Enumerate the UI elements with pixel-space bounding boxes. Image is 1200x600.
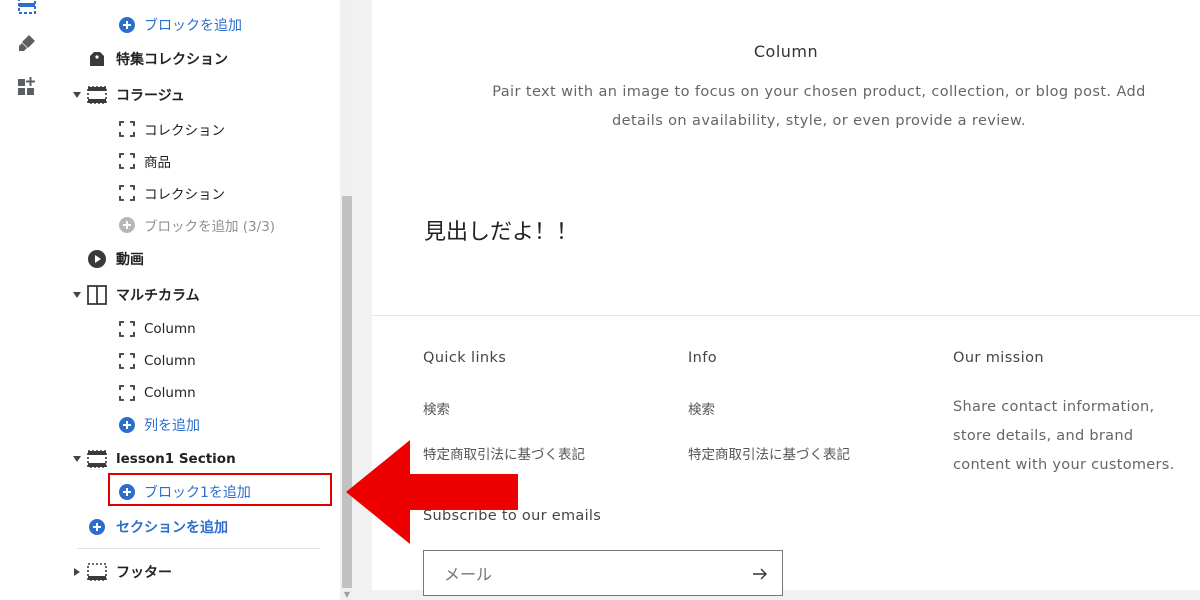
block-frame-icon [116,118,138,140]
add-section-label: セクションを追加 [116,520,228,536]
add-block-label: ブロックを追加 [144,18,242,34]
brush-icon[interactable] [14,30,40,56]
sidebar-item-collage[interactable]: コラージュ [56,80,340,110]
sidebar-item-label: 動画 [116,252,144,268]
add-section-button[interactable]: セクションを追加 [56,512,340,542]
footer-column-title: Our mission [953,350,1044,366]
block-label: Column [144,385,196,401]
email-input[interactable] [442,561,726,587]
sidebar-item-label: フッター [116,565,172,581]
arrow-right-icon[interactable] [748,562,772,586]
add-block-button[interactable]: ブロックを追加 [56,10,340,40]
footer-link[interactable]: 検索 [688,398,715,418]
block-frame-icon [116,350,138,372]
red-arrow-annotation [346,440,518,544]
plus-circle-icon [86,516,108,538]
add-block-label: ブロックを追加 (3/3) [144,219,276,235]
footer-mission: Our mission [953,350,1044,366]
custom-heading: 見出しだよ！！ [424,220,579,245]
block-frame-icon [116,182,138,204]
highlight-box [108,473,332,506]
footer-column-title: Quick links [423,350,507,366]
section-icon [86,84,108,106]
scroll-down-arrow-icon[interactable]: ▼ [342,590,352,600]
footer-divider [372,315,1200,316]
newsletter-form [423,550,783,596]
add-column-label: 列を追加 [144,418,200,434]
block-item[interactable]: コレクション [56,178,340,208]
sidebar-item-label: lesson1 Section [116,451,236,467]
section-sidebar: ブロックを追加 特集コレクション コラージュ コレクション 商品 コレクション [56,0,340,600]
sidebar-item-multicolumn[interactable]: マルチカラム [56,280,340,310]
caret-down-icon[interactable] [72,290,82,300]
footer-info: Info [688,350,717,366]
plus-circle-icon [116,14,138,36]
mission-text: Share contact information, store details… [953,399,1175,473]
block-label: Column [144,353,196,369]
block-label: コレクション [144,187,225,203]
sidebar-item-lesson1-section[interactable]: lesson1 Section [56,444,340,474]
section-icon [86,448,108,470]
block-item[interactable]: Column [56,314,340,344]
footer-column-title: Info [688,350,718,366]
add-block-button-disabled: ブロックを追加 (3/3) [56,210,340,240]
sidebar-divider [77,548,320,549]
sidebar-item-video[interactable]: 動画 [56,244,340,274]
footer-link[interactable]: 特定商取引法に基づく表記 [688,443,850,463]
tag-icon [86,48,108,70]
sidebar-item-footer[interactable]: フッター [56,557,340,587]
block-item[interactable]: コレクション [56,114,340,144]
footer-link[interactable]: 検索 [423,398,450,418]
plus-circle-icon [116,414,138,436]
add-column-button[interactable]: 列を追加 [56,410,340,440]
block-item[interactable]: 商品 [56,146,340,176]
block-frame-icon [116,150,138,172]
block-item[interactable]: Column [56,378,340,408]
columns-icon [86,284,108,306]
caret-down-icon[interactable] [72,90,82,100]
sidebar-item-label: マルチカラム [116,288,200,304]
sidebar-item-label: 特集コレクション [116,52,228,68]
block-item[interactable]: Column [56,346,340,376]
block-label: 商品 [144,155,171,171]
sections-icon[interactable] [14,0,40,18]
block-frame-icon [116,318,138,340]
apps-add-icon[interactable] [14,73,40,99]
play-icon [86,248,108,270]
column-text: Pair text with an image to focus on your… [492,84,1146,129]
footer-quick-links: Quick links [423,350,506,366]
caret-down-icon[interactable] [72,454,82,464]
section-icon [86,561,108,583]
block-label: Column [144,321,196,337]
sidebar-item-featured-collection[interactable]: 特集コレクション [56,44,340,74]
column-title: Column [753,42,819,61]
block-label: コレクション [144,123,225,139]
caret-right-icon[interactable] [72,567,82,577]
plus-circle-icon [116,214,138,236]
block-frame-icon [116,382,138,404]
sidebar-item-label: コラージュ [116,88,185,104]
icon-rail [0,0,57,600]
